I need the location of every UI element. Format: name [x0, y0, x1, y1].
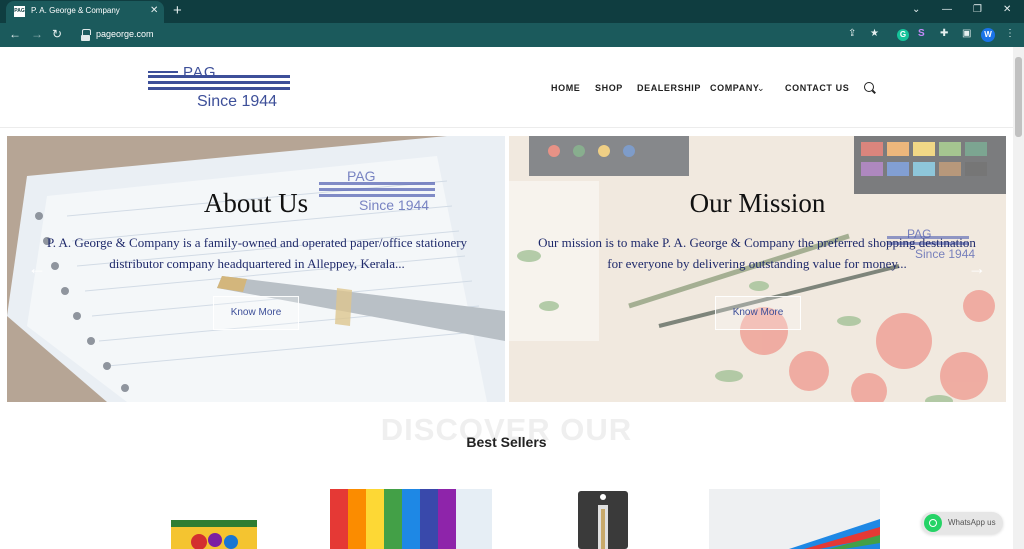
whatsapp-icon	[924, 514, 942, 532]
browser-tab[interactable]: PAG P. A. George & Company ✕	[6, 1, 164, 23]
whatsapp-label: WhatsApp us	[948, 518, 996, 527]
product-image	[171, 520, 257, 549]
back-icon[interactable]: ←	[9, 27, 21, 41]
product-card[interactable]	[709, 489, 880, 549]
slider-prev-arrow-icon[interactable]: ←	[28, 258, 46, 279]
browser-tabstrip: PAG P. A. George & Company ✕ + ⌄ — ❐ ✕	[0, 0, 1024, 23]
product-card[interactable]	[578, 491, 628, 549]
extension-s-icon[interactable]: S	[918, 28, 925, 39]
product-card[interactable]	[171, 520, 257, 549]
whatsapp-button[interactable]: WhatsApp us	[921, 512, 1003, 534]
address-bar[interactable]: pageorge.com	[70, 26, 906, 44]
slide-mission: PAG Since 1944 Our Mission Our mission i…	[509, 136, 1006, 402]
slide-text: Our mission is to make P. A. George & Co…	[538, 235, 976, 271]
page-scrollbar[interactable]	[1013, 47, 1024, 549]
know-more-button[interactable]: Know More	[715, 296, 801, 330]
search-icon[interactable]	[864, 82, 874, 92]
logo-since: Since 1944	[197, 93, 278, 110]
window-close-icon[interactable]: ✕	[1003, 4, 1011, 15]
slide-watermark-mark: PAG	[347, 168, 376, 184]
side-panel-icon[interactable]: ▣	[962, 28, 971, 39]
url-text: pageorge.com	[96, 29, 154, 39]
product-image	[330, 489, 492, 549]
tab-search-icon[interactable]: ⌄	[912, 4, 920, 15]
minimize-icon[interactable]: —	[942, 4, 952, 15]
new-tab-icon[interactable]: +	[173, 2, 182, 19]
extensions-puzzle-icon[interactable]: ✚	[940, 28, 948, 39]
forward-icon[interactable]: →	[31, 27, 43, 41]
product-image	[578, 491, 628, 549]
reload-icon[interactable]: ↻	[52, 27, 62, 41]
nav-shop[interactable]: SHOP	[595, 83, 623, 93]
tab-close-icon[interactable]: ✕	[150, 5, 158, 16]
chevron-down-icon[interactable]: ⌄	[757, 83, 765, 94]
nav-home[interactable]: HOME	[551, 83, 580, 93]
nav-contact[interactable]: CONTACT US	[785, 83, 849, 93]
browser-toolbar: ← → ↻ pageorge.com ⇪ ★ S ✚ ▣ ⋮	[0, 23, 1024, 47]
tab-title: P. A. George & Company	[31, 6, 120, 15]
know-more-button[interactable]: Know More	[213, 296, 299, 330]
slide-about: PAG Since 1944 About Us P. A. George & C…	[7, 136, 505, 402]
tab-favicon-icon: PAG	[14, 6, 25, 17]
scrollbar-thumb[interactable]	[1015, 57, 1022, 137]
nav-company[interactable]: COMPANY	[710, 83, 760, 93]
bookmark-star-icon[interactable]: ★	[870, 28, 879, 39]
slide-title: Our Mission	[689, 188, 826, 218]
logo-mark: PAG	[183, 64, 217, 81]
section-heading: Best Sellers	[466, 434, 547, 450]
menu-dots-icon[interactable]: ⋮	[1005, 28, 1015, 39]
slide-title: About Us	[203, 188, 309, 218]
product-image	[709, 489, 880, 549]
share-icon[interactable]: ⇪	[848, 28, 856, 39]
slide-text: P. A. George & Company is a family-owned…	[46, 235, 468, 271]
lock-icon	[81, 29, 91, 41]
maximize-icon[interactable]: ❐	[973, 4, 982, 15]
profile-avatar[interactable]: W	[981, 28, 995, 42]
product-card[interactable]	[330, 489, 492, 549]
grammarly-icon[interactable]: G	[897, 29, 909, 41]
slider-next-arrow-icon[interactable]: →	[968, 258, 986, 279]
nav-dealership[interactable]: DEALERSHIP	[637, 83, 701, 93]
